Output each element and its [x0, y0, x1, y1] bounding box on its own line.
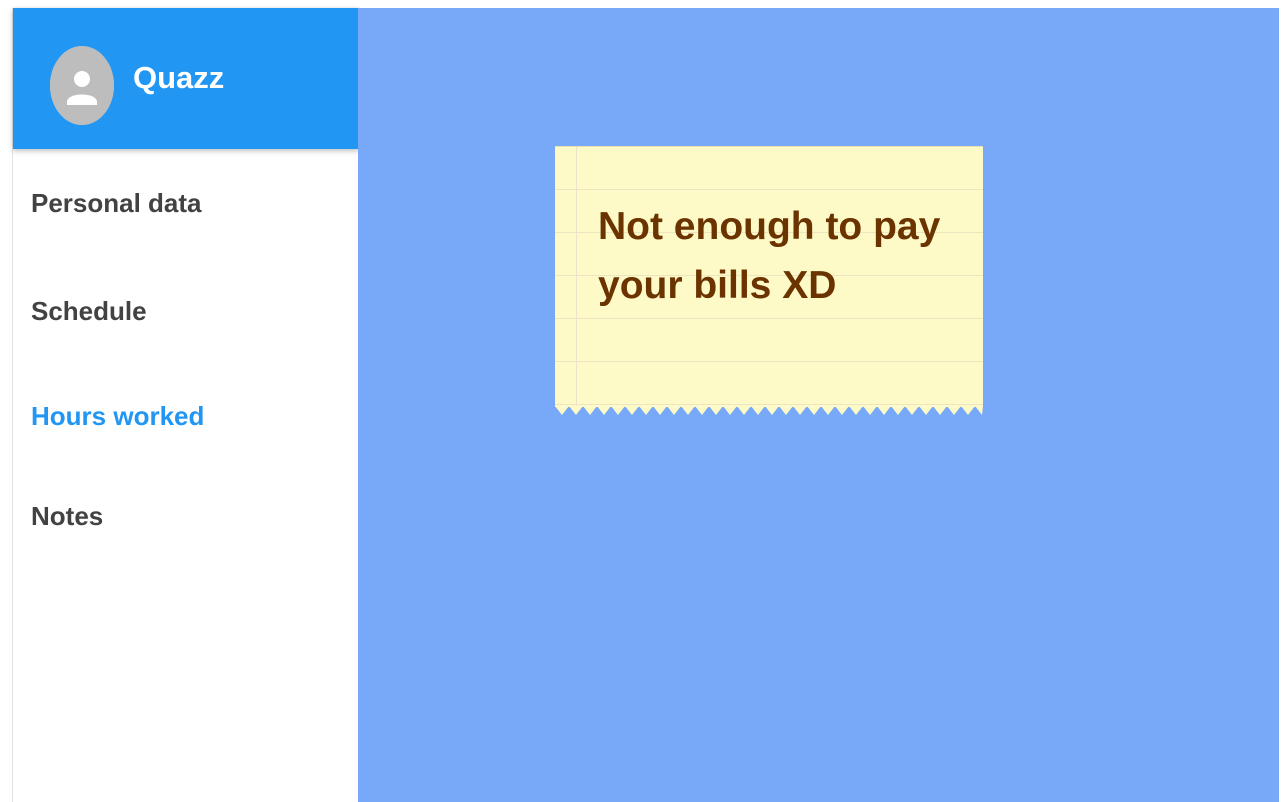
note-margin-line	[576, 147, 577, 409]
username: Quazz	[133, 60, 225, 95]
sidebar-item-notes[interactable]: Notes	[31, 500, 103, 532]
note-torn-edge	[555, 406, 983, 415]
avatar[interactable]	[50, 46, 114, 125]
person-icon	[50, 46, 114, 125]
sidebar-item-personal-data[interactable]: Personal data	[31, 187, 202, 219]
sidebar-header: Quazz	[13, 8, 359, 149]
app-window: Quazz Personal data Schedule Hours worke…	[0, 0, 1282, 802]
sticky-note: Not enough to pay your bills XD	[555, 146, 983, 409]
sidebar: Quazz Personal data Schedule Hours worke…	[12, 8, 359, 802]
sidebar-item-schedule[interactable]: Schedule	[31, 295, 147, 327]
sidebar-item-hours-worked[interactable]: Hours worked	[31, 400, 204, 432]
top-strip	[0, 0, 1282, 8]
main-content: Not enough to pay your bills XD	[358, 8, 1282, 802]
note-text: Not enough to pay your bills XD	[598, 205, 941, 307]
